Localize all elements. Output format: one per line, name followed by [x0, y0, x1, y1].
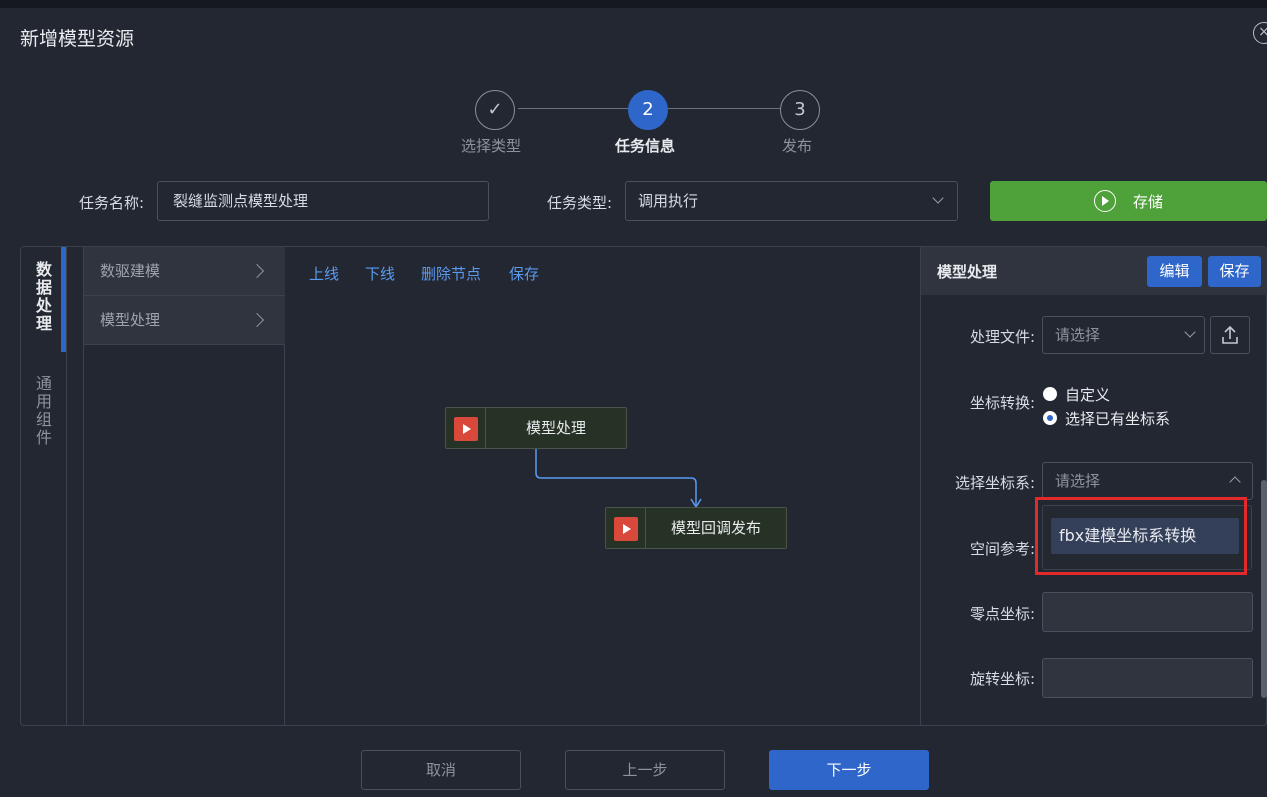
- properties-panel: 模型处理 编辑 保存 处理文件: 请选择 坐标转换: 自定义 选择已有坐标系 选…: [920, 247, 1267, 725]
- background-strip: [0, 0, 1267, 8]
- step-connector: [668, 108, 780, 109]
- process-file-select[interactable]: 请选择: [1042, 316, 1205, 354]
- upload-button[interactable]: [1210, 316, 1250, 354]
- node-label: 模型回调发布: [670, 519, 761, 537]
- prev-step-button[interactable]: 上一步: [565, 750, 725, 790]
- radio-custom[interactable]: [1043, 387, 1057, 401]
- close-icon[interactable]: ×: [1253, 22, 1267, 44]
- origin-coord-input[interactable]: [1042, 592, 1253, 632]
- origin-coord-label: 零点坐标:: [969, 605, 1035, 623]
- edit-button[interactable]: 编辑: [1147, 256, 1202, 287]
- play-icon: [454, 417, 478, 441]
- upload-icon: [1222, 325, 1238, 344]
- store-button[interactable]: 存储: [990, 181, 1267, 221]
- rotation-coord-label: 旋转坐标:: [969, 670, 1035, 688]
- step-3-indicator: 3: [780, 90, 820, 130]
- properties-save-button[interactable]: 保存: [1208, 256, 1261, 287]
- chevron-down-icon: [932, 192, 944, 204]
- highlight-box: [1035, 497, 1247, 575]
- play-icon: [614, 517, 638, 541]
- properties-title: 模型处理: [937, 263, 998, 281]
- properties-header: 模型处理 编辑 保存: [921, 247, 1267, 295]
- select-crs-label: 选择坐标系:: [954, 474, 1035, 492]
- step-1-check-icon: ✓: [475, 90, 515, 130]
- workflow-node-model-processing[interactable]: 模型处理: [445, 407, 627, 449]
- node-label: 模型处理: [525, 419, 586, 437]
- crs-placeholder: 请选择: [1055, 472, 1101, 490]
- chevron-up-icon: [1229, 476, 1241, 488]
- new-model-resource-dialog: 新增模型资源 × ✓ 2 3 选择类型 任务信息 发布 任务名称: 裂缝监测点模…: [0, 8, 1267, 797]
- task-type-label: 任务类型:: [547, 194, 613, 212]
- rotation-coord-input[interactable]: [1042, 658, 1253, 698]
- step-connector: [518, 108, 630, 109]
- task-name-input[interactable]: 裂缝监测点模型处理: [157, 181, 489, 221]
- task-type-value: 调用执行: [638, 192, 699, 210]
- workflow-panel: 数据处理 通用组件 数驱建模 模型处理 上线 下线 删除节点 保存 模型处理 模…: [20, 246, 1267, 726]
- task-type-select[interactable]: 调用执行: [625, 181, 958, 221]
- process-file-placeholder: 请选择: [1055, 326, 1101, 344]
- task-name-label: 任务名称:: [79, 194, 145, 212]
- play-circle-icon: [1094, 190, 1116, 212]
- next-step-button[interactable]: 下一步: [769, 750, 929, 790]
- radio-existing-crs-label: 选择已有坐标系: [1065, 410, 1171, 428]
- spatial-reference-label: 空间参考:: [969, 540, 1035, 558]
- crs-select[interactable]: 请选择: [1042, 462, 1253, 500]
- scrollbar[interactable]: [1261, 480, 1267, 698]
- workflow-node-model-callback-publish[interactable]: 模型回调发布: [605, 507, 787, 549]
- step-3-label: 发布: [781, 137, 812, 155]
- step-2-label: 任务信息: [614, 137, 675, 155]
- step-2-indicator: 2: [628, 90, 668, 130]
- cancel-button[interactable]: 取消: [361, 750, 521, 790]
- coord-transform-label: 坐标转换:: [969, 394, 1035, 412]
- store-button-label: 存储: [1133, 193, 1164, 211]
- step-1-label: 选择类型: [460, 137, 521, 155]
- radio-custom-label: 自定义: [1065, 386, 1111, 404]
- radio-existing-crs[interactable]: [1043, 411, 1057, 425]
- node-connector: [535, 449, 702, 509]
- chevron-down-icon: [1184, 326, 1196, 338]
- process-file-label: 处理文件:: [969, 328, 1035, 346]
- dialog-title: 新增模型资源: [20, 28, 135, 50]
